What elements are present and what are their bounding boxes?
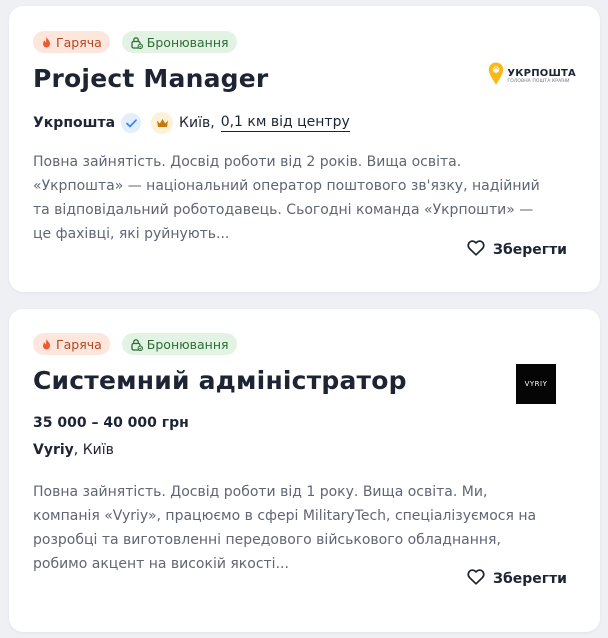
flame-icon: [41, 36, 52, 48]
tags-row: Гаряча Бронювання: [33, 31, 237, 53]
company-name[interactable]: Vyriy: [33, 442, 74, 458]
save-button[interactable]: Зберегти: [467, 240, 567, 260]
company-location-row: Укрпошта Київ, 0,1 км від центру: [33, 112, 350, 134]
heart-outline-icon: [467, 240, 485, 260]
hot-tag: Гаряча: [33, 31, 110, 53]
company-location-row: Vyriy, Київ: [33, 442, 114, 458]
logo-subtitle: ГОЛОВНА ПОШТА КРАЇНИ: [507, 79, 570, 84]
verified-check-icon: [121, 113, 142, 133]
logo-name: VYRIY: [524, 380, 548, 388]
company-logo[interactable]: УКРПОШТА ГОЛОВНА ПОШТА КРАЇНИ: [488, 62, 576, 90]
ukrposhta-pin-icon: [488, 62, 504, 90]
city: Київ,: [179, 115, 215, 131]
flame-icon: [41, 338, 52, 350]
vacancy-card[interactable]: Гаряча Бронювання Системний адміністрато…: [9, 309, 600, 632]
salary: 35 000 – 40 000 грн: [33, 415, 189, 431]
save-label: Зберегти: [493, 242, 567, 258]
vacancy-card[interactable]: Гаряча Бронювання Project Manager УКРПОШ…: [9, 6, 600, 292]
booking-tag: Бронювання: [121, 333, 237, 355]
vacancy-title[interactable]: Системний адміністратор: [33, 366, 407, 395]
heart-outline-icon: [467, 569, 485, 589]
save-label: Зберегти: [493, 571, 567, 587]
hot-tag-label: Гаряча: [56, 336, 102, 352]
crown-icon: [151, 112, 174, 134]
booking-tag-label: Бронювання: [146, 34, 229, 50]
lock-icon: [130, 36, 143, 49]
city: , Київ: [73, 442, 114, 458]
hot-tag-label: Гаряча: [56, 34, 102, 50]
logo-name: УКРПОШТА: [507, 68, 576, 79]
save-button[interactable]: Зберегти: [467, 569, 567, 589]
lock-icon: [130, 338, 143, 351]
vacancy-description: Повна зайнятість. Досвід роботи від 2 ро…: [33, 154, 540, 242]
booking-tag: Бронювання: [121, 31, 237, 53]
company-logo[interactable]: VYRIY: [516, 364, 556, 404]
company-name[interactable]: Укрпошта: [33, 115, 115, 131]
vacancy-description: Повна зайнятість. Досвід роботи від 1 ро…: [33, 484, 537, 572]
distance-link[interactable]: 0,1 км від центру: [220, 114, 350, 132]
tags-row: Гаряча Бронювання: [33, 333, 237, 355]
booking-tag-label: Бронювання: [146, 336, 229, 352]
hot-tag: Гаряча: [33, 333, 110, 355]
vacancy-title[interactable]: Project Manager: [33, 64, 268, 93]
